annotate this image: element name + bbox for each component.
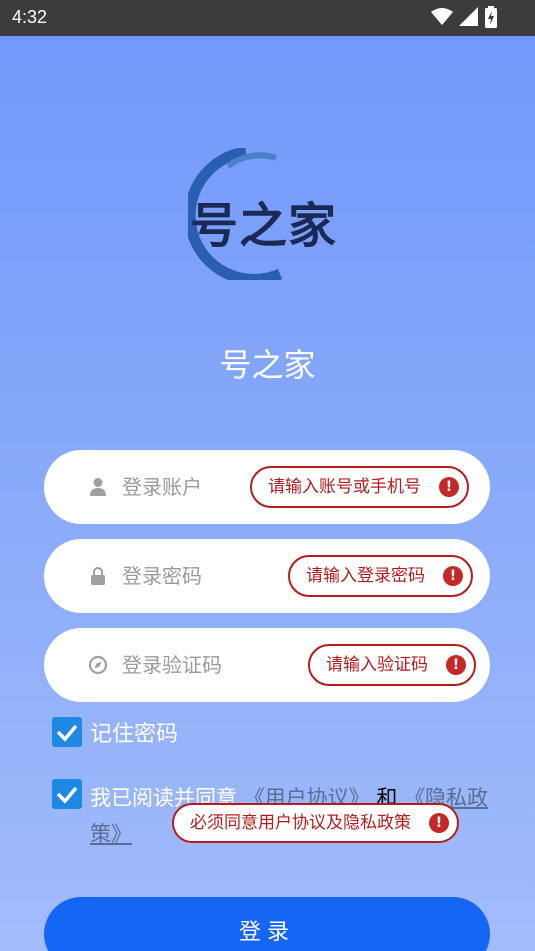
password-error-text: 请输入登录密码 (306, 566, 425, 586)
account-field[interactable]: 请输入账号或手机号 ! (44, 450, 490, 524)
remember-password-label[interactable]: 记住密码 (90, 716, 178, 748)
error-icon: ! (446, 655, 466, 675)
agreement-error-text: 必须同意用户协议及隐私政策 (190, 813, 411, 833)
password-field[interactable]: 请输入登录密码 ! (44, 539, 490, 613)
captcha-input[interactable] (122, 648, 302, 682)
account-error-text: 请输入账号或手机号 (268, 477, 421, 497)
check-icon (56, 724, 78, 742)
compass-icon (88, 655, 108, 675)
logo-text: 号之家 (190, 198, 338, 254)
password-input[interactable] (122, 559, 302, 593)
app-logo: 号之家 (188, 148, 354, 280)
password-error-tip: 请输入登录密码 ! (288, 555, 473, 597)
error-icon: ! (429, 813, 449, 833)
login-button[interactable]: 登录 (44, 897, 490, 951)
captcha-error-tip: 请输入验证码 ! (308, 644, 476, 686)
lock-icon (91, 567, 105, 585)
remember-password-checkbox[interactable] (52, 717, 82, 747)
error-icon: ! (439, 477, 459, 497)
wifi-icon (431, 8, 453, 25)
signal-icon (459, 7, 478, 26)
error-icon: ! (443, 566, 463, 586)
status-bar: 4:32 (0, 0, 535, 36)
agreement-checkbox[interactable] (52, 779, 82, 809)
captcha-field[interactable]: 请输入验证码 ! (44, 628, 490, 702)
status-icons (431, 6, 497, 28)
battery-icon (485, 6, 497, 28)
app-name: 号之家 (219, 346, 316, 384)
check-icon (56, 786, 78, 804)
user-icon (90, 478, 106, 496)
captcha-error-text: 请输入验证码 (326, 655, 428, 675)
agreement-error-tip: 必须同意用户协议及隐私政策 ! (172, 803, 459, 843)
account-error-tip: 请输入账号或手机号 ! (250, 466, 469, 508)
status-time: 4:32 (12, 7, 48, 27)
